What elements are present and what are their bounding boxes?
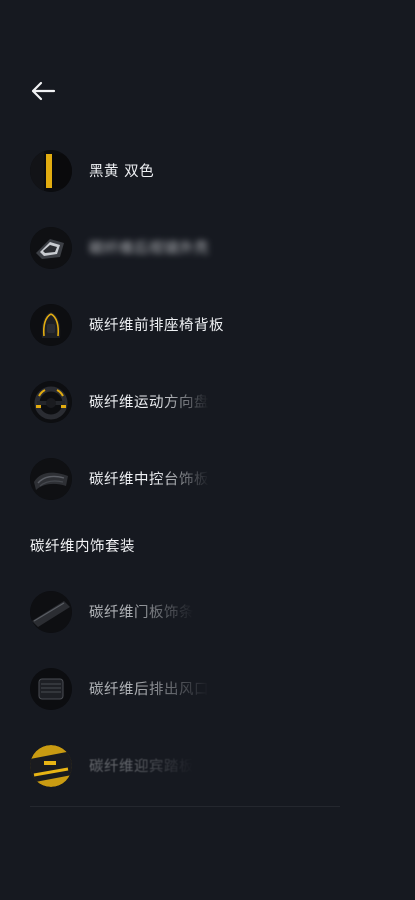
- seat-back-thumb-icon: [30, 303, 72, 346]
- list-item[interactable]: 碳纤维前排座椅背板: [0, 286, 415, 363]
- arrow-left-icon: [30, 81, 56, 101]
- door-trim-thumb-icon: [30, 590, 72, 633]
- item-label: 碳纤维运动方向盘: [89, 395, 209, 411]
- item-label: 碳纤维门板饰条: [89, 605, 194, 621]
- sill-plate-thumb-icon: [30, 744, 72, 787]
- list-item[interactable]: 碳纤维中控台饰板: [0, 440, 415, 517]
- list-item[interactable]: 碳纤维迎宾踏板: [0, 727, 415, 804]
- option-list: 黑黄 双色 碳纤维后视镜外壳 碳纤维前排座椅背板 碳纤维运动方向盘 碳纤维中控台…: [0, 132, 415, 804]
- item-label: 碳纤维中控台饰板: [89, 472, 209, 488]
- list-item[interactable]: 碳纤维后排出风口: [0, 650, 415, 727]
- center-console-thumb-icon: [30, 457, 72, 500]
- rear-vent-thumb-icon: [30, 667, 72, 710]
- item-label: 碳纤维后视镜外壳: [89, 241, 209, 257]
- item-label: 碳纤维后排出风口: [89, 682, 209, 698]
- steering-wheel-thumb-icon: [30, 380, 72, 423]
- mirror-cover-thumb-icon: [30, 226, 72, 269]
- list-item[interactable]: 黑黄 双色: [0, 132, 415, 209]
- item-label: 碳纤维前排座椅背板: [89, 318, 224, 334]
- item-label: 碳纤维迎宾踏板: [89, 759, 194, 775]
- list-item[interactable]: 碳纤维门板饰条: [0, 573, 415, 650]
- divider: [30, 806, 340, 807]
- back-button[interactable]: [26, 76, 60, 106]
- item-label: 黑黄 双色: [89, 164, 155, 180]
- black-yellow-swatch-icon: [30, 149, 72, 192]
- section-title: 碳纤维内饰套装: [30, 538, 135, 555]
- list-item[interactable]: 碳纤维运动方向盘: [0, 363, 415, 440]
- list-item[interactable]: 碳纤维后视镜外壳: [0, 209, 415, 286]
